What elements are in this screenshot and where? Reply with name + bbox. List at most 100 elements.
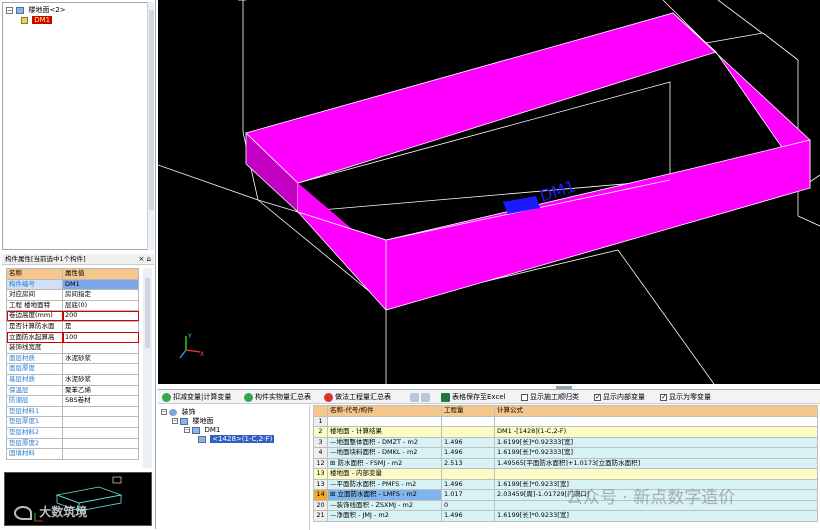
row-formula — [494, 468, 818, 480]
row-name: —平面防水面积 - PMFS - m2 — [327, 478, 442, 490]
tree-item-instance[interactable]: <1428>(1-C,2-F) — [198, 435, 275, 444]
prop-row[interactable]: 保温层 聚苯乙烯 — [6, 384, 139, 397]
prop-value[interactable]: 层底(0) — [62, 299, 139, 312]
svg-text:X: X — [200, 351, 204, 358]
prop-row[interactable]: 卷边高度(mm) 200 — [6, 310, 139, 322]
collapse-icon[interactable]: − — [184, 427, 190, 433]
prop-name: 工程 楼地面特 — [6, 299, 63, 312]
tree-item-dm1[interactable]: DM1 — [21, 16, 53, 25]
row-formula: 1.49565[平面防水面积]+1.0173[立面防水面积] — [494, 457, 818, 469]
logo: 大数筑境 — [14, 503, 87, 520]
method-summary-label: 做法工程量汇总表 — [335, 393, 391, 401]
show-construction-checkbox[interactable] — [521, 393, 528, 401]
logo-text: 大数筑境 — [39, 505, 88, 519]
method-summary-button[interactable]: 做法工程量汇总表 — [324, 392, 391, 402]
table-row[interactable]: 12 ⊞ 防水面积 - FSMJ - m2 2.513 1.49565[平面防水面积]… — [313, 457, 818, 469]
show-internal-toggle[interactable]: 显示内部变量 — [594, 392, 645, 402]
properties-scrollbar[interactable] — [143, 268, 152, 468]
prop-value[interactable] — [62, 363, 139, 375]
prop-value[interactable]: 水泥砂浆 — [62, 352, 139, 365]
back-icon[interactable] — [410, 392, 419, 402]
row-formula: 1.6199[长]*0.92333[宽] — [494, 436, 818, 448]
axis-triad-icon: X Y — [179, 333, 204, 359]
show-internal-checkbox[interactable] — [594, 392, 601, 402]
prop-row[interactable]: 面层厚度 — [6, 363, 139, 375]
row-name: —地面块料面积 - DMKL - m2 — [327, 447, 442, 459]
prop-row[interactable]: 装饰线宽度 — [6, 342, 139, 354]
show-construction-label: 显示施工顺归类 — [530, 393, 579, 401]
deduct-vars-button[interactable]: 扣减变量|计算变量 — [162, 392, 231, 402]
tree-item-decoration[interactable]: − 装饰 — [161, 408, 195, 417]
collapse-icon[interactable]: − — [161, 409, 167, 415]
calc-toolbar: 扣减变量|计算变量 构件实物量汇总表 做法工程量汇总表 表格保存至Excel 显… — [158, 390, 820, 404]
tree-item-label: <1428>(1-C,2-F) — [210, 435, 275, 443]
prop-name: 构件编号 — [6, 278, 63, 291]
prop-row[interactable]: 基层材质 水泥砂浆 — [6, 373, 139, 386]
prop-row[interactable]: 立面防水起算高 100 — [6, 331, 139, 344]
table-row[interactable]: 4 —地面块料面积 - DMKL - m2 1.496 1.6199[长]*0.923… — [313, 447, 818, 459]
table-row[interactable]: 1 — [313, 415, 818, 427]
prop-row[interactable]: 对应房间 房间指定 — [6, 289, 139, 301]
prop-name: 保温层 — [6, 384, 63, 397]
prop-value[interactable]: 100 — [62, 331, 139, 344]
prop-row[interactable]: 防潮层 SBS卷材 — [6, 395, 139, 407]
prop-row[interactable]: 垫层厚度1 — [6, 416, 139, 428]
prop-row[interactable]: 固填材料 — [6, 448, 139, 460]
calc-result-table: 名称-代号/构件 工程量 计算公式 1 2 楼地面 - 计算结果 DM1 -[142… — [313, 405, 818, 530]
collapse-icon[interactable]: − — [172, 418, 178, 424]
prop-value[interactable] — [62, 342, 139, 354]
prop-value[interactable] — [62, 437, 139, 450]
tree-item-floor[interactable]: − 楼地面 — [172, 417, 213, 426]
show-zero-checkbox[interactable] — [660, 392, 667, 402]
prop-value[interactable]: DM1 — [62, 278, 139, 291]
prop-row[interactable]: 是否计算防水面是 — [6, 320, 139, 333]
header-index — [313, 405, 328, 417]
show-zero-toggle[interactable]: 显示为零变量 — [660, 392, 711, 402]
viewport-canvas: DM1 X Y — [158, 0, 820, 384]
prop-row[interactable]: 工程 楼地面特 层底(0) — [6, 299, 139, 312]
show-construction-toggle[interactable]: 显示施工顺归类 — [521, 392, 579, 402]
tree-scrollbar[interactable] — [147, 2, 154, 250]
collapse-icon[interactable]: − — [6, 6, 13, 14]
prop-row[interactable]: 垫层厚度2 — [6, 437, 139, 450]
row-name — [327, 415, 442, 427]
prop-row[interactable]: 构件编号 DM1 — [6, 278, 139, 291]
prop-value[interactable]: 房间指定 — [62, 289, 139, 301]
prop-value[interactable] — [62, 416, 139, 428]
table-row[interactable]: 3 —地面整体面积 - DMZT - m2 1.496 1.6199[长]*0.923… — [313, 436, 818, 448]
table-row[interactable]: 21 —净面积 - JMJ - m2 1.496 1.6199[长]*0.9233[宽… — [313, 510, 818, 522]
prop-value[interactable]: 是 — [62, 320, 139, 333]
component-summary-button[interactable]: 构件实物量汇总表 — [244, 392, 311, 402]
close-icon[interactable]: × ⌂ — [138, 254, 151, 265]
forward-icon[interactable] — [421, 392, 430, 402]
prop-row[interactable]: 面层材质 水泥砂浆 — [6, 352, 139, 365]
row-index: 13 — [313, 478, 328, 490]
table-row[interactable]: 13 楼地面 - 内部变量 — [313, 468, 818, 480]
export-excel-button[interactable]: 表格保存至Excel — [441, 392, 506, 402]
prop-value[interactable]: 聚苯乙烯 — [62, 384, 139, 397]
row-quantity: 1.496 — [441, 478, 495, 490]
component-icon — [21, 16, 28, 24]
tree-item-label: 装饰 — [181, 408, 196, 416]
deduct-vars-label: 扣减变量|计算变量 — [173, 393, 232, 401]
prop-row[interactable]: 垫层材料2 — [6, 426, 139, 439]
prop-value[interactable] — [62, 405, 139, 418]
prop-name: 面层材质 — [6, 352, 63, 365]
tree-item-dm1[interactable]: − DM1 — [184, 426, 220, 435]
floor-wall-frame — [245, 12, 811, 311]
row-quantity: 1.017 — [441, 489, 495, 501]
table-row[interactable]: 2 楼地面 - 计算结果 DM1 -[1428](1-C,2-F) — [313, 426, 818, 438]
deduct-icon — [162, 392, 171, 402]
prop-value[interactable]: 200 — [62, 310, 139, 322]
prop-header-value: 属性值 — [62, 268, 139, 280]
prop-name: 立面防水起算高 — [6, 331, 63, 344]
tree-item-floor[interactable]: − 楼地面<2> — [6, 6, 66, 15]
nav-buttons[interactable] — [410, 392, 432, 402]
prop-value[interactable]: 水泥砂浆 — [62, 373, 139, 386]
prop-row[interactable]: 垫层材料1 — [6, 405, 139, 418]
prop-value[interactable] — [62, 426, 139, 439]
prop-value[interactable] — [62, 448, 139, 460]
prop-value[interactable]: SBS卷材 — [62, 395, 139, 407]
left-panel: − 楼地面<2> DM1 构件属性[当前选中1个构件] × ⌂ 名称 属性值 构… — [0, 0, 156, 529]
viewport-3d[interactable]: DM1 X Y — [158, 0, 820, 384]
